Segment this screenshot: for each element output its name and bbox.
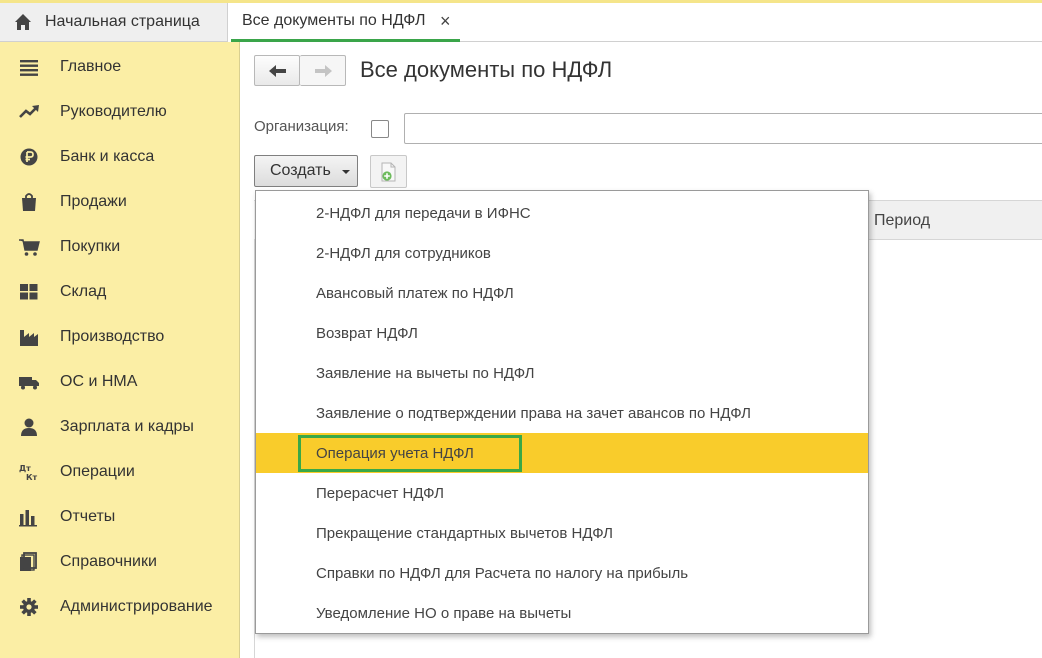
sidebar-item-label: Администрирование [60,598,213,615]
organization-checkbox[interactable] [371,120,389,138]
add-document-icon [381,162,396,182]
menu-item[interactable]: Прекращение стандартных вычетов НДФЛ [256,513,868,553]
forward-button[interactable] [300,55,346,86]
menu-item-label: Уведомление НО о праве на вычеты [316,605,572,622]
menu-item-label: Справки по НДФЛ для Расчета по налогу на… [316,565,689,582]
debit-credit-icon: Дт Кт [19,464,38,482]
tab-all-ndfl-documents[interactable]: Все документы по НДФЛ × [231,3,460,42]
sidebar-item-fixed-assets[interactable]: ОС и НМА [0,359,240,404]
tab-active-label: Все документы по НДФЛ [242,12,426,29]
menu-item-label: Заявление о подтверждении права на зачет… [316,405,751,422]
organization-label: Организация: [254,118,349,135]
tab-bar: Начальная страница Все документы по НДФЛ… [0,0,1042,42]
menu-item-label: 2-НДФЛ для передачи в ИФНС [316,205,531,222]
menu-item-label: Авансовый платеж по НДФЛ [316,285,514,302]
gear-icon [20,598,38,616]
sidebar-item-payroll[interactable]: Зарплата и кадры [0,404,240,449]
sidebar-item-reports[interactable]: Отчеты [0,494,240,539]
sidebar-item-label: Зарплата и кадры [60,418,194,435]
sidebar-item-label: Банк и касса [60,148,155,165]
sidebar-item-admin[interactable]: Администрирование [0,584,240,629]
menu-item[interactable]: Перерасчет НДФЛ [256,473,868,513]
arrow-left-icon [269,65,286,77]
sidebar-item-operations[interactable]: Дт Кт Операции [0,449,240,494]
cart-icon [19,239,40,256]
menu-item[interactable]: 2-НДФЛ для сотрудников [256,233,868,273]
truck-icon [19,377,39,390]
sidebar: Главное Руководителю Банк и касса Продаж… [0,42,240,658]
page-title: Все документы по НДФЛ [360,57,613,82]
copy-document-button[interactable] [370,155,407,188]
menu-item-label: 2-НДФЛ для сотрудников [316,245,491,262]
sidebar-item-label: Операции [60,463,135,480]
create-button-label: Создать [270,162,331,179]
sidebar-item-label: Продажи [60,193,127,210]
sidebar-item-label: Отчеты [60,508,116,525]
shopping-bag-icon [22,193,36,211]
menu-lines-icon [20,60,38,76]
menu-item[interactable]: Уведомление НО о праве на вычеты [256,593,868,633]
menu-item-label: Прекращение стандартных вычетов НДФЛ [316,525,613,542]
arrow-right-icon [315,65,332,77]
svg-text:Кт: Кт [26,473,38,482]
back-button[interactable] [254,55,300,86]
menu-item-highlighted[interactable]: Операция учета НДФЛ [256,433,868,473]
close-icon[interactable]: × [440,11,451,32]
sidebar-item-production[interactable]: Производство [0,314,240,359]
tab-home[interactable]: Начальная страница [0,3,228,42]
sidebar-item-label: ОС и НМА [60,373,138,390]
chevron-down-icon [342,170,350,174]
sidebar-item-sales[interactable]: Продажи [0,179,240,224]
sidebar-item-label: Справочники [60,553,157,570]
column-header-period[interactable]: Период [874,212,930,230]
menu-item-label: Перерасчет НДФЛ [316,485,444,502]
sidebar-item-manager[interactable]: Руководителю [0,89,240,134]
books-icon [20,552,37,571]
menu-item[interactable]: 2-НДФЛ для передачи в ИФНС [256,193,868,233]
person-icon [21,418,37,436]
create-button[interactable]: Создать [254,155,358,187]
menu-item[interactable]: Заявление о подтверждении права на зачет… [256,393,868,433]
sidebar-item-label: Руководителю [60,103,167,120]
sidebar-item-label: Производство [60,328,165,345]
ruble-coin-icon [20,148,38,166]
sidebar-item-label: Склад [60,283,107,300]
sidebar-item-label: Покупки [60,238,121,255]
history-nav [254,55,347,86]
menu-item-label: Операция учета НДФЛ [316,445,474,462]
menu-item[interactable]: Авансовый платеж по НДФЛ [256,273,868,313]
menu-item[interactable]: Заявление на вычеты по НДФЛ [256,353,868,393]
sidebar-item-purchases[interactable]: Покупки [0,224,240,269]
menu-item-label: Возврат НДФЛ [316,325,418,342]
menu-item-label: Заявление на вычеты по НДФЛ [316,365,535,382]
home-icon [15,14,31,30]
sidebar-item-main[interactable]: Главное [0,44,240,89]
bar-chart-icon [19,510,37,527]
svg-text:Дт: Дт [19,464,31,473]
sidebar-item-label: Главное [60,58,122,75]
tab-home-label: Начальная страница [45,13,200,30]
sidebar-item-bank[interactable]: Банк и касса [0,134,240,179]
sidebar-item-directories[interactable]: Справочники [0,539,240,584]
warehouse-grid-icon [20,284,38,300]
sidebar-item-warehouse[interactable]: Склад [0,269,240,314]
trend-up-icon [19,105,39,118]
factory-icon [20,330,38,346]
menu-item[interactable]: Справки по НДФЛ для Расчета по налогу на… [256,553,868,593]
organization-input[interactable] [404,113,1042,144]
create-dropdown-menu: 2-НДФЛ для передачи в ИФНС 2-НДФЛ для со… [255,190,869,634]
menu-item[interactable]: Возврат НДФЛ [256,313,868,353]
